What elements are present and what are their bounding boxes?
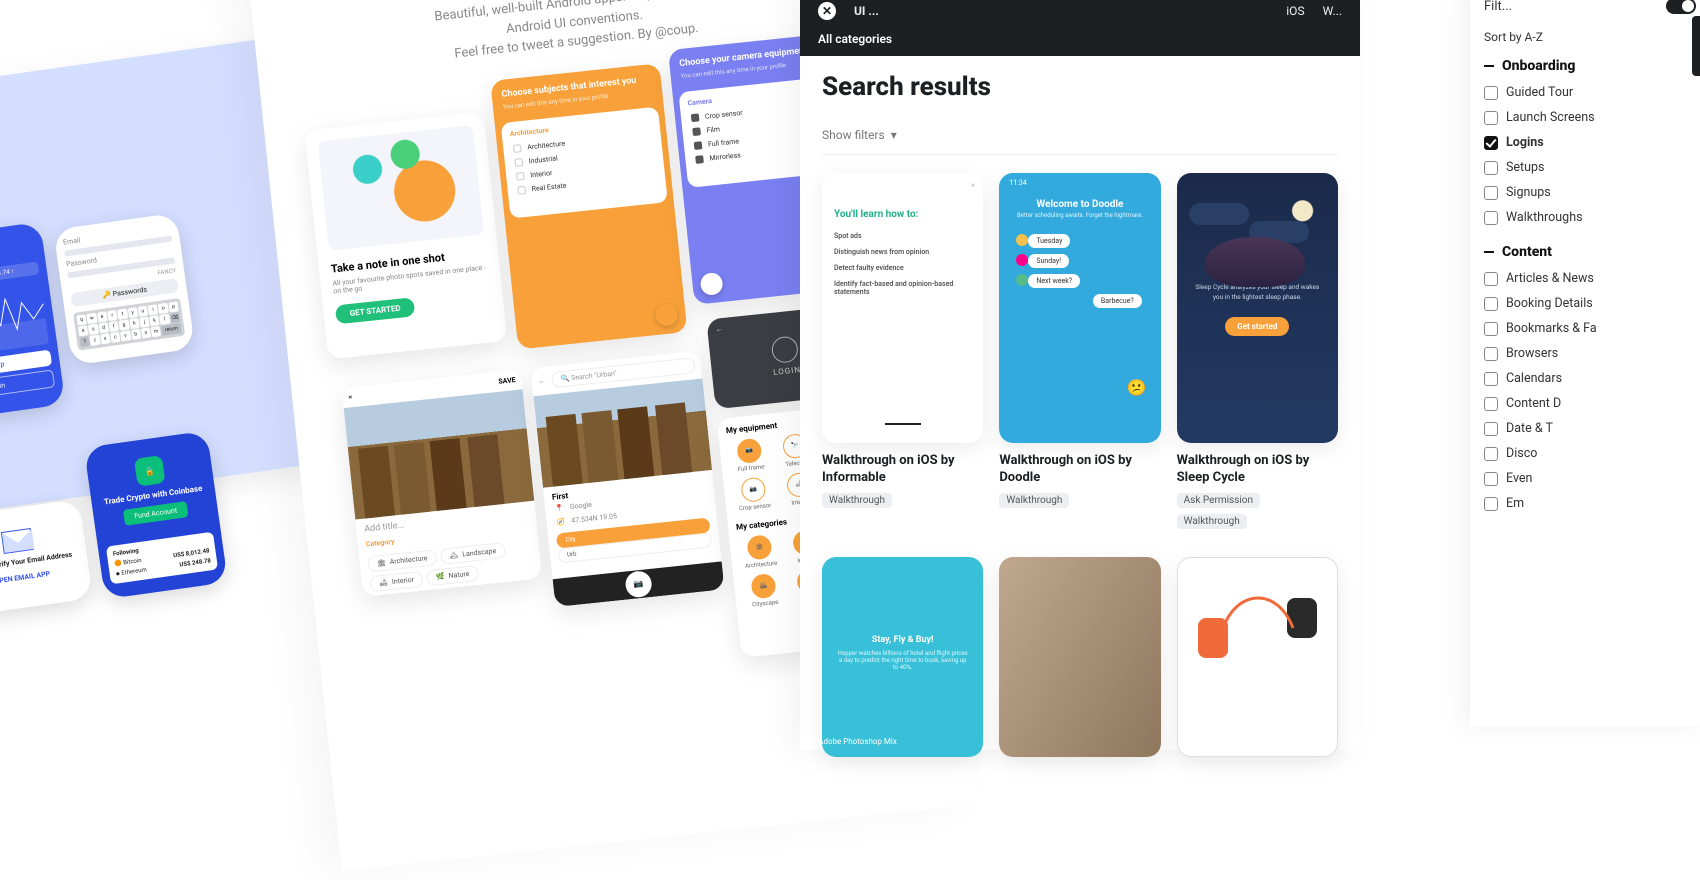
- sort-control[interactable]: Sort by A-Z: [1484, 30, 1696, 44]
- category-chip[interactable]: 🏛 Architecture: [367, 549, 437, 572]
- category-chip[interactable]: 🏠 Real Estate: [436, 582, 503, 597]
- equip-category[interactable]: 🏙Cityscape: [741, 572, 786, 609]
- price-chart: [0, 280, 49, 360]
- camera-fab[interactable]: 📷: [624, 569, 653, 598]
- side-handle[interactable]: [1692, 16, 1700, 76]
- avatar-icon: [771, 335, 800, 364]
- tab-all-categories[interactable]: All categories: [818, 32, 892, 46]
- filter-option[interactable]: Calendars: [1484, 366, 1696, 391]
- filter-option[interactable]: Logins: [1484, 130, 1696, 155]
- filter-option[interactable]: Booking Details: [1484, 291, 1696, 316]
- filter-option[interactable]: Articles & News: [1484, 266, 1696, 291]
- back-icon[interactable]: ←: [537, 376, 546, 386]
- filter-option[interactable]: Guided Tour: [1484, 80, 1696, 105]
- category-chip[interactable]: 🌿 Nature: [426, 564, 479, 585]
- filter-option[interactable]: Date & T: [1484, 416, 1696, 441]
- close-icon[interactable]: ×: [971, 181, 975, 190]
- filter-option[interactable]: Setups: [1484, 155, 1696, 180]
- filter-option[interactable]: Disco: [1484, 441, 1696, 466]
- phone-verify-email: Please Verify Your Email Address OPEN EM…: [0, 499, 93, 617]
- chevron-down-icon: ▾: [891, 128, 897, 142]
- filter-option[interactable]: Content D: [1484, 391, 1696, 416]
- note-onboarding-card: Take a note in one shot All your favouri…: [304, 111, 507, 359]
- fund-account-button[interactable]: Fund Account: [123, 501, 188, 526]
- tag[interactable]: Walkthrough: [1177, 514, 1247, 529]
- show-filters-toggle[interactable]: Show filters ▾: [822, 118, 1338, 155]
- save-button[interactable]: SAVE: [498, 376, 516, 386]
- back-icon[interactable]: ←: [715, 324, 724, 334]
- get-started-button[interactable]: Get started: [1225, 317, 1289, 336]
- brand-icon[interactable]: ✕: [818, 2, 836, 20]
- next-fab[interactable]: [654, 302, 678, 326]
- result-card[interactable]: Sleep Cycle analyzes your sleep and wake…: [1177, 173, 1338, 529]
- brand-name: UI ...: [854, 4, 879, 18]
- note-illustration: [317, 125, 484, 251]
- result-card[interactable]: 11:34 Welcome to Doodle Better schedulin…: [999, 173, 1160, 529]
- filters-heading: Filt...: [1484, 0, 1512, 14]
- result-card[interactable]: Stay, Fly & Buy! Hopper watches billions…: [822, 557, 983, 757]
- filter-option[interactable]: Signups: [1484, 180, 1696, 205]
- equip-filter[interactable]: 📷Crop sensor: [731, 475, 776, 512]
- nav-more[interactable]: W...: [1323, 4, 1342, 18]
- filter-group-onboarding[interactable]: Onboarding: [1484, 58, 1696, 74]
- equip-filter[interactable]: 📷Full frame: [727, 436, 772, 473]
- page-title: Search results: [822, 72, 1338, 102]
- keyboard[interactable]: qwertyuiop asdfghjkl⌫ ⇧zxcvbnmreturn: [73, 298, 185, 351]
- result-card[interactable]: [1177, 557, 1338, 757]
- phone-trade: 🔒 Trade Crypto with Coinbase Fund Accoun…: [84, 431, 228, 600]
- phone-login-form: Email Password FANCY 🔑 Passwords qwertyu…: [53, 213, 195, 366]
- result-card[interactable]: × You'll learn how to: Spot ads Distingu…: [822, 173, 983, 529]
- result-card[interactable]: by Adobe Photoshop Mix: [999, 557, 1160, 757]
- subjects-card: Choose subjects that interest you You ca…: [490, 63, 687, 349]
- close-icon[interactable]: ×: [348, 393, 353, 401]
- filter-option[interactable]: Bookmarks & Fa: [1484, 316, 1696, 341]
- filter-group-content[interactable]: Content: [1484, 244, 1696, 260]
- tag[interactable]: Ask Permission: [1177, 493, 1260, 508]
- filter-option[interactable]: Even: [1484, 466, 1696, 491]
- category-chip[interactable]: 🛋 Interior: [369, 570, 423, 591]
- open-email-link[interactable]: OPEN EMAIL APP: [0, 566, 75, 589]
- search-photo-card: ← 🔍 Search "Urban" First 📍Google 🧭47.534…: [530, 350, 724, 606]
- nav-ios[interactable]: iOS: [1286, 4, 1304, 18]
- panel-search-results: ✕ UI ... iOS W... All categories Search …: [800, 0, 1360, 750]
- filter-option[interactable]: Em: [1484, 491, 1696, 516]
- filter-option[interactable]: Launch Screens: [1484, 105, 1696, 130]
- add-photo-card: ×SAVE Add title... Category 🏛 Architectu…: [341, 369, 542, 597]
- category-chip[interactable]: 🏔 Landscape: [440, 542, 506, 565]
- filters-toggle[interactable]: [1666, 0, 1696, 14]
- filters-sidebar: Filt... Sort by A-Z Onboarding Guided To…: [1470, 0, 1700, 726]
- tag[interactable]: Walkthrough: [999, 493, 1069, 508]
- tag[interactable]: Walkthrough: [822, 493, 892, 508]
- filter-option[interactable]: Browsers: [1484, 341, 1696, 366]
- get-started-button[interactable]: GET STARTED: [335, 297, 416, 324]
- equip-category[interactable]: 🏛Architecture: [737, 533, 782, 570]
- back-fab[interactable]: [699, 271, 723, 295]
- filter-option[interactable]: Walkthroughs: [1484, 205, 1696, 230]
- top-bar: ✕ UI ... iOS W...: [800, 0, 1360, 32]
